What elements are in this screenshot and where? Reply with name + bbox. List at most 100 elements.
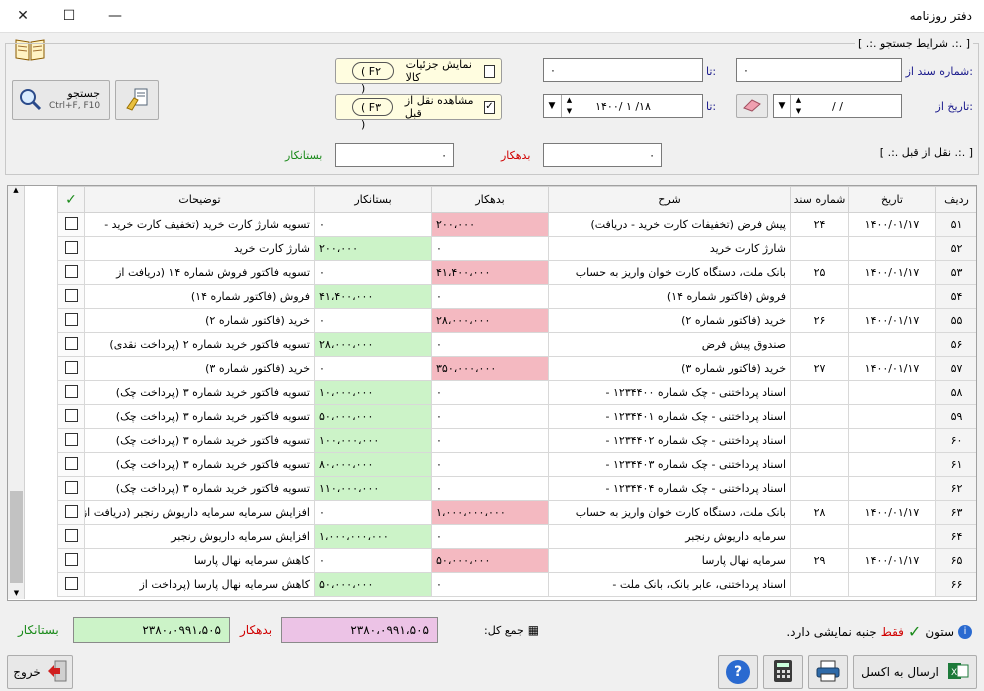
prev-credit-input[interactable]: ۰ [335,143,454,167]
cell-debit[interactable]: ۲۸،۰۰۰،۰۰۰ [431,308,549,333]
cell-credit[interactable]: ۰ [314,260,432,285]
search-button[interactable]: جستجو Ctrl+F, F10 [12,80,110,120]
cell-description[interactable]: فروش (فاکتور شماره ۱۴) [548,284,791,309]
cell-doc-number[interactable] [790,236,849,261]
row-checkbox[interactable] [64,432,78,446]
cell-row-id[interactable]: ۵۸ [935,380,976,405]
cell-row-id[interactable]: ۵۱ [935,212,976,237]
cell-row-id[interactable]: ۶۵ [935,548,976,573]
cell-doc-number[interactable] [790,404,849,429]
cell-notes[interactable]: تسویه فاکتور خرید شماره ۳ (پرداخت چک) [84,380,315,405]
cell-row-id[interactable]: ۵۷ [935,356,976,381]
cell-description[interactable]: پیش فرض (تخفیفات کارت خرید - دریافت) [548,212,791,237]
cell-doc-number[interactable] [790,380,849,405]
cell-credit[interactable]: ۱۰۰،۰۰۰،۰۰۰ [314,428,432,453]
cell-debit[interactable]: ۳۵۰،۰۰۰،۰۰۰ [431,356,549,381]
exit-button[interactable]: خروج [7,655,73,689]
cell-debit[interactable]: ۰ [431,284,549,309]
prev-debit-input[interactable]: ۰ [543,143,662,167]
cell-row-id[interactable]: ۶۳ [935,500,976,525]
cell-credit[interactable]: ۵۰،۰۰۰،۰۰۰ [314,404,432,429]
doc-to-input[interactable]: ۰ [543,58,703,82]
cell-notes[interactable]: تسویه فاکتور خرید شماره ۳ (پرداخت چک) [84,428,315,453]
cell-description[interactable]: خرید (فاکتور شماره ۳) [548,356,791,381]
cell-notes[interactable]: تسویه فاکتور فروش شماره ۱۴ (دریافت از [84,260,315,285]
row-checkbox[interactable] [64,576,78,590]
cell-row-id[interactable]: ۵۳ [935,260,976,285]
cell-notes[interactable]: کاهش سرمایه نهال پارسا (پرداخت از [84,572,315,597]
minimize-button[interactable]: — [92,0,138,32]
header-description[interactable]: شرح [548,186,791,213]
show-prev-checkbox[interactable]: ✓ [483,100,495,114]
cell-credit[interactable]: ۵۰،۰۰۰،۰۰۰ [314,572,432,597]
cell-description[interactable]: اسناد پرداختنی - چک شماره ۱۲۳۴۴۰۱ - [548,404,791,429]
show-details-toggle[interactable]: ( F۲ ) نمایش جزئیات کالا [335,58,502,95]
cell-date[interactable]: ۱۴۰۰/۰۱/۱۷ [848,500,936,525]
header-row-id[interactable]: ردیف [935,186,976,213]
cell-debit[interactable]: ۰ [431,428,549,453]
clear-button[interactable] [115,80,159,120]
cell-date[interactable] [848,380,936,405]
scroll-up-icon[interactable]: ▲ [8,186,24,194]
calculator-button[interactable] [763,655,803,689]
cell-debit[interactable]: ۰ [431,524,549,549]
cell-date[interactable] [848,452,936,477]
cell-description[interactable]: بانک ملت، دستگاه کارت خوان واریز به حساب [548,260,791,285]
table-row[interactable]: ۵۷ ۱۴۰۰/۰۱/۱۷ ۲۷ خرید (فاکتور شماره ۳) ۳۵۰،۰… [57,356,976,381]
cell-debit[interactable]: ۵۰،۰۰۰،۰۰۰ [431,548,549,573]
date-to-dropdown[interactable]: ▼ [544,95,560,117]
row-checkbox[interactable] [64,312,78,326]
cell-description[interactable]: اسناد پرداختنی، عابر بانک، بانک ملت - [548,572,791,597]
cell-credit[interactable]: ۱۰،۰۰۰،۰۰۰ [314,380,432,405]
cell-doc-number[interactable]: ۲۶ [790,308,849,333]
cell-date[interactable] [848,476,936,501]
cell-description[interactable]: سرمایه داریوش رنجبر [548,524,791,549]
cell-doc-number[interactable] [790,284,849,309]
table-row[interactable]: ۶۵ ۱۴۰۰/۰۱/۱۷ ۲۹ سرمایه نهال پارسا ۵۰،۰۰۰،۰۰… [57,548,976,573]
row-checkbox[interactable] [64,384,78,398]
cell-row-id[interactable]: ۶۲ [935,476,976,501]
cell-credit[interactable]: ۸۰،۰۰۰،۰۰۰ [314,452,432,477]
cell-credit[interactable]: ۰ [314,500,432,525]
cell-credit[interactable]: ۰ [314,548,432,573]
cell-doc-number[interactable]: ۲۵ [790,260,849,285]
cell-credit[interactable]: ۱،۰۰۰،۰۰۰،۰۰۰ [314,524,432,549]
grid-scrollbar[interactable]: ▲ ▼ [8,186,25,599]
table-row[interactable]: ۵۲ شارژ کارت خرید ۰ ۲۰۰،۰۰۰ شارژ کارت خرید [57,236,976,261]
show-details-checkbox[interactable] [483,64,495,78]
table-row[interactable]: ۶۲ اسناد پرداختنی - چک شماره ۱۲۳۴۴۰۴ -۰ ۱۱… [57,476,976,501]
date-from-spinner[interactable]: ▲ ▼ [790,95,806,117]
close-button[interactable]: ✕ [0,0,46,32]
cell-row-id[interactable]: ۵۵ [935,308,976,333]
cell-debit[interactable]: ۰ [431,452,549,477]
cell-date[interactable]: ۱۴۰۰/۰۱/۱۷ [848,548,936,573]
cell-notes[interactable]: شارژ کارت خرید [84,236,315,261]
cell-notes[interactable]: خرید (فاکتور شماره ۳) [84,356,315,381]
row-checkbox[interactable] [64,216,78,230]
table-row[interactable]: ۵۱ ۱۴۰۰/۰۱/۱۷ ۲۴ پیش فرض (تخفیفات کارت خرید… [57,212,976,237]
row-checkbox[interactable] [64,528,78,542]
row-checkbox[interactable] [64,288,78,302]
table-row[interactable]: ۶۶ اسناد پرداختنی، عابر بانک، بانک ملت -۰… [57,572,976,597]
table-row[interactable]: ۵۶ صندوق پیش فرض ۰ ۲۸،۰۰۰،۰۰۰ تسویه فاکتور خ… [57,332,976,357]
cell-date[interactable] [848,332,936,357]
cell-notes[interactable]: تسویه فاکتور خرید شماره ۳ (پرداخت چک) [84,476,315,501]
cell-row-id[interactable]: ۵۲ [935,236,976,261]
cell-row-id[interactable]: ۶۶ [935,572,976,597]
cell-doc-number[interactable] [790,524,849,549]
cell-notes[interactable]: خرید (فاکتور شماره ۲) [84,308,315,333]
cell-date[interactable]: ۱۴۰۰/۰۱/۱۷ [848,308,936,333]
cell-description[interactable]: بانک ملت، دستگاه کارت خوان واریز به حساب [548,500,791,525]
cell-date[interactable] [848,524,936,549]
cell-doc-number[interactable] [790,452,849,477]
cell-doc-number[interactable] [790,428,849,453]
cell-credit[interactable]: ۲۸،۰۰۰،۰۰۰ [314,332,432,357]
cell-notes[interactable]: تسویه فاکتور خرید شماره ۳ (پرداخت چک) [84,404,315,429]
cell-debit[interactable]: ۴۱،۴۰۰،۰۰۰ [431,260,549,285]
cell-credit[interactable]: ۰ [314,212,432,237]
cell-credit[interactable]: ۴۱،۴۰۰،۰۰۰ [314,284,432,309]
cell-debit[interactable]: ۰ [431,572,549,597]
excel-button[interactable]: ارسال به اکسل X [853,655,977,689]
row-checkbox[interactable] [64,336,78,350]
cell-description[interactable]: سرمایه نهال پارسا [548,548,791,573]
